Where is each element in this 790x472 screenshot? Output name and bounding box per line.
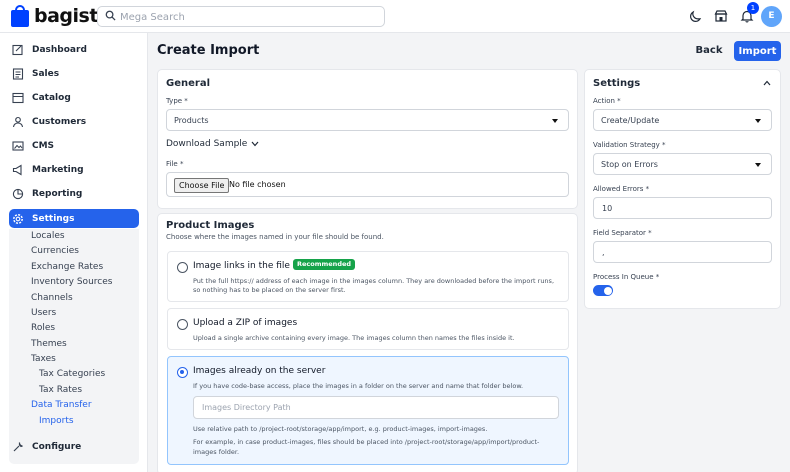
chevron-down-icon: [552, 119, 558, 123]
sidebar-item-sales[interactable]: Sales: [9, 64, 139, 83]
process-in-queue-toggle[interactable]: [593, 285, 613, 296]
general-card-title: General: [166, 78, 210, 89]
top-header: bagisto 1 E: [0, 0, 790, 33]
sales-icon: [12, 67, 24, 80]
settings-icon: [13, 213, 23, 224]
submenu-item-tax-rates[interactable]: Tax Rates: [39, 385, 82, 395]
submenu-item-exchange-rates[interactable]: Exchange Rates: [31, 262, 103, 272]
type-label: Type *: [166, 97, 188, 105]
sidebar-item-label: Catalog: [32, 92, 71, 103]
brand-logo[interactable]: bagisto: [11, 5, 111, 27]
submenu-item-inventory-sources[interactable]: Inventory Sources: [31, 277, 112, 287]
notification-badge: 1: [747, 2, 759, 14]
recommended-badge: Recommended: [293, 259, 356, 270]
mega-search[interactable]: [97, 6, 385, 27]
directory-example: For example, in case product-images, fil…: [193, 438, 540, 446]
field-separator-input[interactable]: ,: [593, 241, 772, 263]
product-images-title: Product Images: [166, 220, 255, 231]
choose-file-button[interactable]: Choose File: [174, 178, 230, 193]
submenu-item-users[interactable]: Users: [31, 308, 56, 318]
chevron-down-icon: [755, 119, 761, 123]
page-title: Create Import: [157, 43, 260, 58]
sidebar-item-reporting[interactable]: Reporting: [9, 184, 139, 203]
sidebar-item-marketing[interactable]: Marketing: [9, 160, 139, 179]
chevron-down-icon: [251, 141, 259, 147]
dashboard-icon: [12, 44, 23, 55]
back-button[interactable]: Back: [690, 41, 728, 60]
submenu-item-currencies[interactable]: Currencies: [31, 246, 79, 256]
images-directory-path-input[interactable]: Images Directory Path: [193, 396, 559, 419]
submenu-item-tax-categories[interactable]: Tax Categories: [39, 369, 105, 379]
customers-icon: [12, 116, 24, 127]
sidebar-item-label: Customers: [32, 116, 87, 127]
search-icon: [105, 10, 116, 21]
action-select[interactable]: Create/Update: [593, 109, 772, 131]
sidebar-item-customers[interactable]: Customers: [9, 112, 139, 131]
import-button[interactable]: Import: [734, 41, 781, 61]
catalog-icon: [12, 92, 24, 103]
field-separator-label: Field Separator *: [593, 229, 652, 237]
marketing-icon: [12, 164, 22, 175]
image-source-option-zip[interactable]: Upload a ZIP of images Upload a single a…: [167, 308, 569, 350]
submenu-item-locales[interactable]: Locales: [31, 231, 65, 241]
dark-mode-icon[interactable]: [689, 9, 703, 23]
submenu-item-taxes[interactable]: Taxes: [31, 354, 56, 364]
radio-image-links[interactable]: [177, 262, 188, 273]
sidebar-item-label: Marketing: [32, 164, 84, 175]
validation-strategy-value: Stop on Errors: [601, 159, 658, 169]
sidebar-item-cms[interactable]: CMS: [9, 136, 139, 155]
chevron-up-icon[interactable]: [763, 80, 771, 86]
allowed-errors-label: Allowed Errors *: [593, 185, 650, 193]
allowed-errors-input[interactable]: 10: [593, 197, 772, 219]
submenu-item-data-transfer[interactable]: Data Transfer: [31, 400, 92, 410]
option-title: Image links in the file: [193, 261, 290, 271]
reporting-icon: [12, 188, 24, 199]
submenu-item-roles[interactable]: Roles: [31, 323, 55, 333]
product-images-subtitle: Choose where the images named in your fi…: [166, 233, 384, 241]
process-in-queue-label: Process In Queue *: [593, 273, 660, 281]
radio-zip-upload[interactable]: [177, 319, 188, 330]
option-desc-2: so nothing has to be placed on the serve…: [193, 286, 346, 294]
sidebar-item-label: Settings: [32, 213, 75, 224]
image-source-option-links[interactable]: Image links in the file Recommended Put …: [167, 251, 569, 302]
option-title: Images already on the server: [193, 366, 326, 376]
sidebar-item-dashboard[interactable]: Dashboard: [9, 40, 139, 59]
sidebar-item-label: Sales: [32, 68, 60, 79]
download-sample-link[interactable]: Download Sample: [166, 139, 259, 149]
validation-strategy-select[interactable]: Stop on Errors: [593, 153, 772, 175]
type-select[interactable]: Products: [166, 109, 569, 131]
bag-icon: [11, 5, 29, 27]
sidebar-item-catalog[interactable]: Catalog: [9, 88, 139, 107]
sidebar-item-label: CMS: [32, 140, 55, 151]
sidebar-item-label: Dashboard: [32, 44, 87, 55]
sidebar-item-label: Configure: [32, 441, 82, 452]
option-title: Upload a ZIP of images: [193, 318, 298, 328]
storefront-icon[interactable]: [714, 9, 728, 23]
directory-hint: Use relative path to /project-root/stora…: [193, 425, 488, 433]
option-desc: Upload a single archive containing every…: [193, 334, 515, 342]
configure-icon: [13, 441, 23, 451]
settings-card-title: Settings: [593, 78, 641, 89]
submenu-item-themes[interactable]: Themes: [31, 339, 67, 349]
search-input[interactable]: [120, 9, 375, 25]
sidebar-item-label: Reporting: [32, 188, 83, 199]
action-select-value: Create/Update: [601, 115, 660, 125]
submenu-item-channels[interactable]: Channels: [31, 293, 73, 303]
user-avatar[interactable]: E: [761, 6, 782, 27]
download-sample-label: Download Sample: [166, 139, 248, 149]
file-label: File *: [166, 160, 184, 168]
radio-server-images[interactable]: [177, 367, 188, 378]
file-input[interactable]: Choose File No file chosen: [166, 172, 569, 197]
submenu-item-imports[interactable]: Imports: [39, 416, 74, 426]
option-desc: If you have code-base access, place the …: [193, 382, 524, 390]
cms-icon: [12, 140, 24, 151]
action-label: Action *: [593, 97, 621, 105]
directory-example-2: images folder.: [193, 448, 240, 456]
sidebar-item-settings[interactable]: Settings: [9, 209, 139, 228]
file-status: No file chosen: [229, 180, 286, 189]
chevron-down-icon: [755, 163, 761, 167]
sidebar-item-configure[interactable]: Configure: [9, 437, 139, 456]
type-select-value: Products: [174, 115, 209, 125]
validation-strategy-label: Validation Strategy *: [593, 141, 666, 149]
